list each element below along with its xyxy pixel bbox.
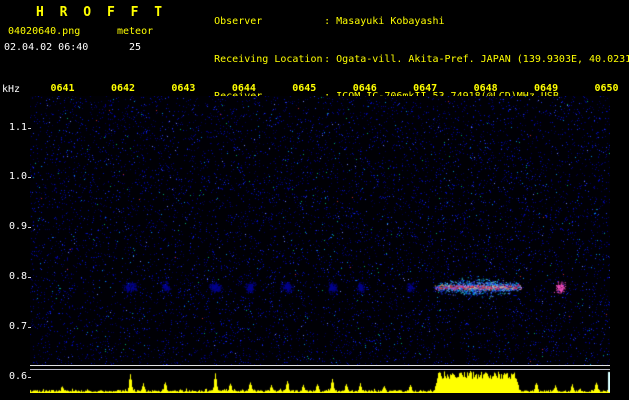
- y-tick-label: 0.9: [8, 221, 27, 232]
- y-tick-mark: [28, 377, 31, 378]
- x-tick-label: 0645: [292, 83, 317, 94]
- y-tick-label: 0.7: [8, 321, 27, 332]
- x-tick-label: 0650: [594, 83, 619, 94]
- y-tick-mark: [28, 177, 31, 178]
- x-tick-label: 0646: [352, 83, 377, 94]
- mode-label: meteor: [117, 26, 154, 37]
- y-tick-label: 0.6: [8, 371, 27, 382]
- time-axis: 0641 0642 0643 0644 0645 0646 0647 0648 0649 0650: [0, 83, 629, 95]
- separator-line-upper: [30, 365, 610, 366]
- y-tick-label: 0.8: [8, 271, 27, 282]
- app-title: H R O F F T: [36, 5, 167, 20]
- spectrogram-canvas: [30, 96, 610, 365]
- info-row-observer: Observer : Masayuki Kobayashi: [178, 4, 629, 41]
- info-label: Observer: [214, 16, 263, 28]
- y-tick-label: 1.1: [8, 122, 27, 133]
- y-tick-mark: [28, 277, 31, 278]
- x-tick-label: 0649: [534, 83, 559, 94]
- info-label: Receiving Location: [214, 53, 323, 65]
- power-plot-canvas: [30, 370, 610, 393]
- y-tick-mark: [28, 227, 31, 228]
- x-tick-label: 0642: [110, 83, 136, 94]
- y-tick-mark: [28, 327, 31, 328]
- info-value: : Ogata-vill. Akita-Pref. JAPAN (139.930…: [324, 53, 629, 65]
- hrofft-screen: H R O F F T 04020640.png meteor 02.04.02…: [0, 0, 629, 400]
- x-tick-label: 0648: [473, 83, 498, 94]
- meteor-count: 25: [129, 42, 142, 53]
- x-tick-label: 0641: [50, 83, 75, 94]
- frequency-axis: 1.1 1.0 0.9 0.8 0.7 0.6: [0, 0, 27, 400]
- y-tick-mark: [28, 128, 31, 129]
- info-row-location: Receiving Location: Ogata-vill. Akita-Pr…: [178, 41, 629, 78]
- x-tick-label: 0643: [171, 83, 196, 94]
- info-value: : Masayuki Kobayashi: [324, 16, 445, 28]
- x-tick-label: 0647: [413, 83, 438, 94]
- y-tick-label: 1.0: [8, 171, 27, 182]
- x-tick-label: 0644: [231, 83, 256, 94]
